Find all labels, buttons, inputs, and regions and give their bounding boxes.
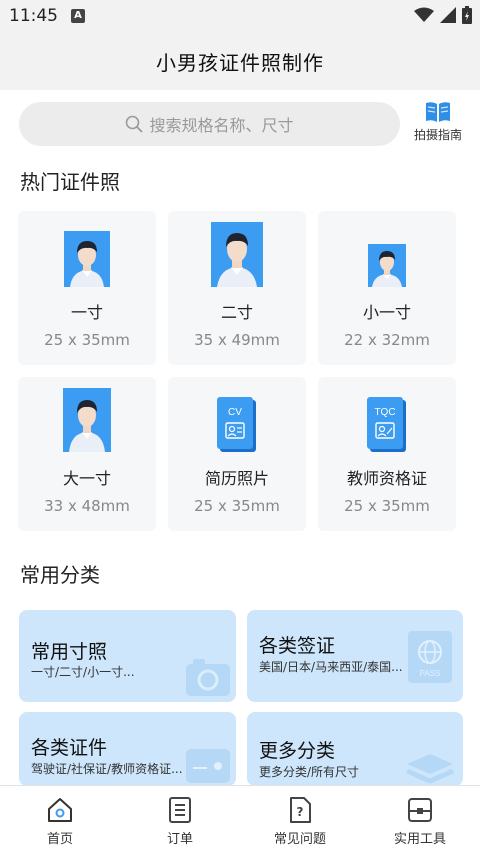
signal-icon — [440, 7, 456, 23]
id-card-icon — [186, 749, 230, 783]
category-visa[interactable]: 各类签证 美国/日本/马来西亚/泰国... PASS — [247, 610, 463, 702]
category-common-photo[interactable]: 常用寸照 一寸/二寸/小一寸... — [19, 610, 236, 702]
tab-label: 首页 — [46, 832, 73, 847]
tab-home[interactable]: 首页 — [0, 786, 120, 853]
photo-name: 小一寸 — [362, 303, 411, 322]
tab-orders[interactable]: 订单 — [120, 786, 240, 853]
passport-icon: PASS — [408, 631, 452, 683]
photo-card-teacher-certificate[interactable]: TQC 教师资格证 25 x 35mm — [318, 377, 456, 531]
shooting-guide-button[interactable]: 拍摄指南 — [408, 100, 468, 146]
category-subtitle: 美国/日本/马来西亚/泰国... — [259, 660, 403, 674]
portrait-thumbnail — [64, 231, 110, 287]
layers-icon — [406, 754, 454, 784]
question-doc-icon: ? — [290, 797, 311, 823]
photo-name: 二寸 — [220, 303, 253, 322]
page-title: 小男孩证件照制作 — [156, 50, 324, 75]
category-more[interactable]: 更多分类 更多分类/所有尺寸 — [247, 712, 463, 786]
resume-document-icon: CV — [217, 397, 256, 452]
tab-label: 实用工具 — [393, 832, 446, 847]
photo-card-large-one-inch[interactable]: 大一寸 33 x 48mm — [18, 377, 156, 531]
toolbox-icon — [408, 798, 432, 822]
tab-faq[interactable]: ? 常见问题 — [240, 786, 360, 853]
search-placeholder: 搜索规格名称、尺寸 — [149, 116, 294, 135]
status-time: 11:45 — [9, 6, 58, 26]
notification-icon: A — [71, 9, 85, 23]
category-title: 各类证件 — [31, 737, 108, 759]
portrait-thumbnail — [211, 222, 263, 287]
photo-size: 25 x 35mm — [44, 331, 130, 349]
photo-card-one-inch[interactable]: 一寸 25 x 35mm — [18, 211, 156, 365]
category-title: 各类签证 — [259, 635, 336, 657]
category-certificates[interactable]: 各类证件 驾驶证/社保证/教师资格证... — [19, 712, 236, 786]
search-icon — [126, 115, 144, 133]
order-list-icon — [169, 797, 191, 823]
open-book-icon — [426, 102, 450, 122]
category-title: 常用寸照 — [31, 641, 108, 663]
photo-name: 简历照片 — [204, 469, 269, 488]
portrait-thumbnail — [368, 244, 406, 287]
passport-badge: PASS — [420, 669, 441, 678]
tab-label: 常见问题 — [273, 832, 326, 847]
tab-label: 订单 — [166, 832, 193, 847]
battery-icon — [462, 6, 472, 24]
photo-name: 大一寸 — [62, 469, 111, 488]
category-subtitle: 一寸/二寸/小一寸... — [31, 665, 135, 679]
tab-tools[interactable]: 实用工具 — [360, 786, 480, 853]
home-icon — [48, 798, 72, 822]
camera-icon — [186, 659, 230, 696]
status-bar: 11:45 A — [0, 0, 480, 32]
photo-size: 22 x 32mm — [344, 331, 430, 349]
search-input[interactable]: 搜索规格名称、尺寸 — [19, 102, 400, 146]
photo-size: 25 x 35mm — [344, 497, 430, 515]
guide-label: 拍摄指南 — [413, 128, 462, 142]
category-subtitle: 更多分类/所有尺寸 — [259, 765, 360, 779]
resume-badge: CV — [228, 407, 242, 418]
bottom-tab-bar: 首页 订单 ? 常见问题 实用工具 — [0, 785, 480, 853]
status-icons — [414, 6, 472, 24]
photo-card-small-one-inch[interactable]: 小一寸 22 x 32mm — [318, 211, 456, 365]
popular-photo-grid: 一寸 25 x 35mm 二寸 35 x 49mm 小一寸 22 x 32mm — [18, 211, 456, 531]
app-header: 小男孩证件照制作 — [0, 32, 480, 90]
svg-text:?: ? — [297, 805, 304, 819]
wifi-icon — [414, 7, 434, 22]
photo-size: 35 x 49mm — [194, 331, 280, 349]
category-title: 更多分类 — [259, 740, 336, 762]
categories-section-title: 常用分类 — [20, 563, 100, 587]
certificate-badge: TQC — [374, 407, 395, 418]
photo-name: 一寸 — [70, 303, 103, 322]
photo-size: 33 x 48mm — [44, 497, 130, 515]
popular-section-title: 热门证件照 — [20, 170, 120, 194]
portrait-thumbnail — [63, 388, 111, 452]
certificate-document-icon: TQC — [367, 397, 406, 452]
photo-name: 教师资格证 — [346, 469, 427, 488]
photo-card-two-inch[interactable]: 二寸 35 x 49mm — [168, 211, 306, 365]
category-subtitle: 驾驶证/社保证/教师资格证... — [31, 762, 183, 776]
photo-card-resume[interactable]: CV 简历照片 25 x 35mm — [168, 377, 306, 531]
photo-size: 25 x 35mm — [194, 497, 280, 515]
